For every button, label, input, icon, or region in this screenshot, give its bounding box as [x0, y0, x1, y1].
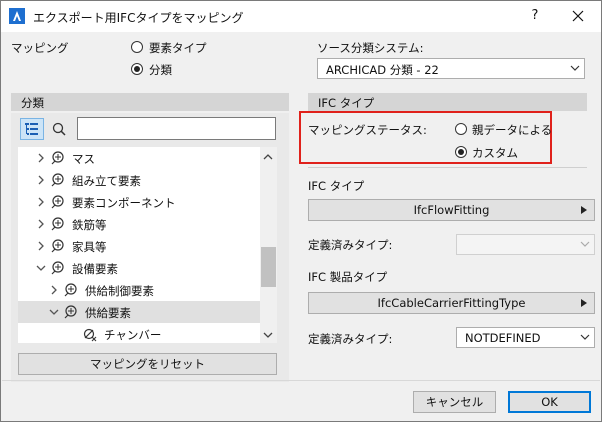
dialog-window: エクスポート用IFCタイプをマッピング ? マッピング 要素タイプ 分類 ソース… — [0, 0, 602, 422]
help-button[interactable]: ? — [521, 4, 549, 28]
classification-icon — [51, 195, 64, 209]
tree-item-label: チャンバー — [104, 328, 162, 342]
tree-item[interactable]: 組み立て要素 — [18, 169, 260, 191]
ifc-product-type-label: IFC 製品タイプ — [308, 270, 388, 284]
classification-icon — [51, 217, 64, 231]
status-by-parent-radio[interactable] — [455, 123, 467, 135]
ok-button[interactable]: OK — [508, 391, 591, 413]
tree-view-icon — [25, 123, 38, 135]
status-by-parent-label[interactable]: 親データによる — [472, 122, 552, 138]
mapping-status-label: マッピングステータス: — [308, 123, 427, 137]
footer-divider — [2, 380, 600, 381]
tree-item-label: 鉄筋等 — [72, 218, 107, 232]
tree-item-label: マス — [72, 152, 95, 166]
chevron-right-icon[interactable] — [35, 152, 47, 164]
archicad-app-icon — [9, 8, 25, 24]
triangle-right-icon — [581, 206, 587, 214]
tree-item-label: 組み立て要素 — [72, 174, 141, 188]
ifc-product-type-value: IfcCableCarrierFittingType — [377, 296, 526, 310]
scroll-down-icon[interactable] — [262, 329, 274, 341]
tree-item[interactable]: マス — [18, 147, 260, 169]
predefined-type-label-2: 定義済みタイプ: — [308, 332, 393, 346]
tree-item[interactable]: 要素コンポーネント — [18, 191, 260, 213]
chevron-right-icon[interactable] — [35, 196, 47, 208]
classification-icon — [51, 151, 64, 165]
mapping-element-type-label[interactable]: 要素タイプ — [149, 40, 207, 56]
tree-item[interactable]: 鉄筋等 — [18, 213, 260, 235]
status-custom-radio[interactable] — [455, 146, 467, 158]
chevron-right-icon[interactable] — [35, 240, 47, 252]
classification-icon — [51, 261, 64, 275]
ifc-product-type-selector-button[interactable]: IfcCableCarrierFittingType — [308, 292, 595, 314]
mapping-element-type-radio[interactable] — [131, 41, 143, 53]
source-system-dropdown[interactable]: ARCHICAD 分類 - 22 — [317, 58, 585, 79]
ifc-type-selector-button[interactable]: IfcFlowFitting — [308, 199, 595, 221]
tree-item[interactable]: チャンバー — [18, 323, 260, 343]
status-custom-label[interactable]: カスタム — [472, 145, 518, 161]
chevron-right-icon[interactable] — [48, 284, 60, 296]
chevron-right-icon[interactable] — [35, 174, 47, 186]
predefined-type-dropdown-1[interactable] — [456, 234, 595, 255]
chevron-down-icon — [580, 334, 590, 340]
chevron-down-icon — [570, 65, 580, 71]
classification-icon — [64, 305, 77, 319]
tree-item-label: 要素コンポーネント — [72, 196, 176, 210]
scrollbar-thumb[interactable] — [261, 247, 276, 287]
source-system-value: ARCHICAD 分類 - 22 — [326, 63, 439, 77]
predefined-type-label-1: 定義済みタイプ: — [308, 238, 393, 252]
classification-icon — [51, 239, 64, 253]
tree-item-label: 供給要素 — [85, 306, 131, 320]
predefined-type-value-2: NOTDEFINED — [465, 331, 541, 345]
search-icon[interactable] — [52, 122, 66, 136]
mapping-classification-radio[interactable] — [131, 63, 143, 75]
scroll-up-icon[interactable] — [262, 151, 274, 163]
title-bar[interactable]: エクスポート用IFCタイプをマッピング ? — [1, 1, 601, 32]
tree-item[interactable]: 設備要素 — [18, 257, 260, 279]
chevron-right-icon[interactable] — [35, 218, 47, 230]
tree-item[interactable]: 供給要素 — [18, 301, 260, 323]
window-title: エクスポート用IFCタイプをマッピング — [33, 11, 244, 25]
tree-scrollbar[interactable] — [260, 147, 277, 343]
chevron-down-icon — [580, 241, 590, 247]
mapping-classification-label[interactable]: 分類 — [149, 62, 172, 78]
ifc-type-header-label: IFC タイプ — [318, 96, 375, 110]
divider — [308, 167, 587, 168]
tree-item-label: 家具等 — [72, 240, 107, 254]
classification-tree[interactable]: マス組み立て要素要素コンポーネント 鉄筋等家具等設備要素供給制御要素 供給要素チャン… — [18, 147, 277, 343]
tree-item-label: 供給制御要素 — [85, 284, 154, 298]
chevron-down-icon[interactable] — [48, 306, 60, 318]
close-icon[interactable] — [563, 4, 593, 28]
tree-item[interactable]: 供給制御要素 — [18, 279, 260, 301]
ifc-type-label: IFC タイプ — [308, 179, 365, 193]
reset-mapping-button[interactable]: マッピングをリセット — [18, 353, 277, 375]
source-system-label: ソース分類システム: — [317, 41, 424, 55]
classification-section-header: 分類 — [11, 93, 289, 111]
classification-search-input[interactable] — [77, 117, 276, 140]
ifc-type-value: IfcFlowFitting — [413, 203, 490, 217]
ifc-type-section-header: IFC タイプ — [308, 93, 587, 111]
chevron-down-icon[interactable] — [35, 262, 47, 274]
predefined-type-dropdown-2[interactable]: NOTDEFINED — [456, 327, 595, 348]
classification-icon — [64, 283, 77, 297]
triangle-right-icon — [581, 299, 587, 307]
tree-item[interactable]: 家具等 — [18, 235, 260, 257]
cancel-button[interactable]: キャンセル — [413, 391, 496, 413]
unmapped-classification-icon — [83, 328, 97, 342]
mapping-label: マッピング — [11, 41, 69, 55]
tree-item-label: 設備要素 — [72, 262, 118, 276]
classification-icon — [51, 173, 64, 187]
classification-header-label: 分類 — [21, 96, 44, 110]
tree-view-toggle-button[interactable] — [20, 118, 44, 140]
